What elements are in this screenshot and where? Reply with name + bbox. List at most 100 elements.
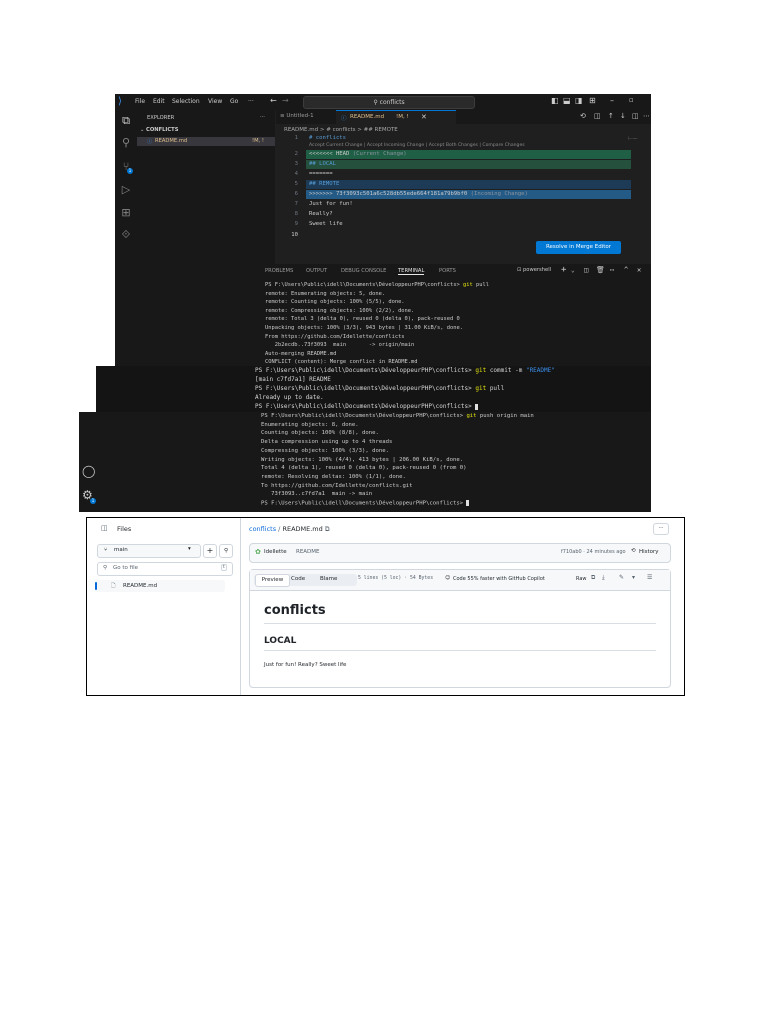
command-args: commit -m	[486, 367, 526, 374]
tab-code[interactable]: Code	[291, 576, 305, 582]
search-icon[interactable]: ⚲	[119, 136, 133, 150]
pencil-icon[interactable]: ✎	[619, 574, 624, 581]
merge-codelens[interactable]: Accept Current Change | Accept Incoming …	[309, 143, 525, 148]
terminal-line: remote: Compressing objects: 100% (2/2),…	[265, 307, 415, 314]
outline-icon[interactable]: ☰	[647, 574, 652, 581]
breadcrumb: conflicts / README.md ⧉	[249, 525, 330, 533]
breadcrumb[interactable]: README.md > # conflicts > ## REMOTE	[284, 127, 398, 133]
caret-down-icon[interactable]: ▾	[632, 574, 635, 581]
command-center-search[interactable]: ⚲ conflicts	[303, 96, 475, 109]
panel-tab-debug-console[interactable]: DEBUG CONSOLE	[341, 268, 386, 274]
search-icon[interactable]: ⚲	[219, 544, 233, 558]
maximize-icon[interactable]: ▫	[629, 96, 634, 104]
toggle-sidebar-icon[interactable]: ◧	[551, 96, 559, 105]
menu-more[interactable]: ···	[248, 98, 254, 105]
tab-preview[interactable]: Preview	[255, 574, 290, 587]
tree-item-readme[interactable]: 🗋︎ README.md	[95, 580, 225, 592]
menu-go[interactable]: Go	[230, 98, 238, 105]
forward-arrow-icon[interactable]: →	[282, 96, 289, 105]
split-editor-icon[interactable]: ◫	[594, 112, 601, 120]
compare-icon[interactable]: ⟲	[580, 112, 586, 120]
minimize-icon[interactable]: –	[610, 96, 614, 105]
command: git	[475, 385, 487, 392]
sidebar-collapse-icon[interactable]: ◫	[101, 524, 108, 532]
close-icon[interactable]: ✕	[421, 113, 427, 121]
explorer-file-readme[interactable]: ⓘ README.md !M, !	[137, 137, 275, 146]
back-arrow-icon[interactable]: ←	[270, 96, 277, 105]
terminal-line: 73f3093..c7fd7a1 main -> main	[261, 491, 373, 498]
run-debug-icon[interactable]: ▷	[119, 183, 133, 197]
file-status-badge: !M, !	[252, 138, 264, 144]
code-line[interactable]: 6 >>>>>>> 73f3093c501a6c528db55ede664f181…	[276, 190, 631, 199]
menu-file[interactable]: File	[135, 98, 145, 105]
breadcrumb-repo-link[interactable]: conflicts	[249, 525, 276, 533]
terminal-line: Enumerating objects: 8, done.	[261, 421, 359, 428]
editor-more-icon[interactable]: ⋯	[643, 112, 650, 120]
extensions-icon[interactable]: ⊞	[119, 206, 133, 220]
remote-explorer-icon[interactable]: ⟐	[119, 228, 133, 242]
commit-message[interactable]: README	[296, 549, 320, 555]
download-icon[interactable]: ⤓	[602, 574, 605, 582]
line-text: Sweet life	[309, 221, 343, 227]
copy-raw-icon[interactable]: ⧉	[591, 574, 595, 582]
editor-tabs: ≡ Untitled-1 ⓘ README.md !M, ! ✕ ⟲ ◫ ↑ ↓…	[276, 110, 651, 125]
command: git	[462, 282, 473, 288]
panel-tab-terminal[interactable]: TERMINAL	[398, 268, 425, 275]
commit-author[interactable]: Idellette	[264, 549, 287, 555]
terminal-line: [main c7fd7a1] README	[255, 376, 331, 383]
code-line[interactable]: 4 =======	[276, 170, 631, 179]
menu-edit[interactable]: Edit	[153, 98, 165, 105]
toggle-secondary-sidebar-icon[interactable]: ◨	[575, 96, 583, 105]
code-line[interactable]: 3 ## LOCAL	[276, 160, 631, 169]
arrow-down-icon[interactable]: ↓	[620, 112, 626, 120]
go-to-file-input[interactable]: ⚲ Go to file t	[97, 562, 233, 576]
copilot-link[interactable]: Code 55% faster with GitHub Copilot	[453, 576, 545, 582]
panel-tab-ports[interactable]: PORTS	[439, 268, 456, 274]
command: git	[475, 367, 487, 374]
raw-button[interactable]: Raw	[576, 576, 587, 582]
resolve-merge-editor-button[interactable]: Resolve in Merge Editor	[536, 241, 621, 254]
line-number: 8	[294, 211, 298, 217]
code-line[interactable]: 2 <<<<<<< HEAD (Current Change)	[276, 150, 631, 159]
file-icon: ≡	[280, 113, 285, 119]
history-link[interactable]: History	[639, 549, 659, 555]
toggle-panel-icon[interactable]: ⬓	[563, 96, 571, 105]
prompt: PS F:\Users\Public\idell\Documents\Dével…	[265, 282, 463, 288]
kill-terminal-icon[interactable]: 🗑︎	[596, 266, 605, 274]
split-terminal-icon[interactable]: ◫	[584, 266, 588, 274]
explorer-more-icon[interactable]: ···	[260, 114, 265, 120]
folder-conflicts[interactable]: ⌄ CONFLICTS	[140, 127, 275, 135]
avatar[interactable]: ✿	[255, 548, 261, 556]
code-line[interactable]: 8 Really?	[276, 210, 631, 219]
tab-readme[interactable]: ⓘ README.md !M, ! ✕	[336, 110, 456, 125]
panel-tab-problems[interactable]: PROBLEMS	[265, 268, 293, 274]
panel-tab-output[interactable]: OUTPUT	[306, 268, 327, 274]
title-bar: ⟩ File Edit Selection View Go ··· ← → ⚲ …	[115, 94, 651, 110]
tab-untitled[interactable]: ≡ Untitled-1	[280, 113, 314, 119]
branch-selector[interactable]: ⑂ main ▾	[97, 544, 201, 558]
layout-icon[interactable]: ⊞	[589, 96, 596, 105]
more-options-button[interactable]: ···	[653, 523, 669, 535]
add-file-button[interactable]: +	[203, 544, 217, 558]
menu-selection[interactable]: Selection	[172, 98, 200, 105]
maximize-panel-icon[interactable]: ^	[624, 266, 628, 274]
new-terminal-icon[interactable]: +	[561, 265, 566, 275]
code-line[interactable]: 9 Sweet life	[276, 220, 631, 229]
terminal-icon: ⊡	[517, 267, 522, 273]
code-line[interactable]: 5 ## REMOTE	[276, 180, 631, 189]
tab-blame[interactable]: Blame	[320, 576, 337, 582]
chevron-down-icon[interactable]: ⌄	[571, 267, 575, 274]
code-line[interactable]: 10	[276, 231, 631, 240]
arrow-up-icon[interactable]: ↑	[608, 112, 614, 120]
close-panel-icon[interactable]: ✕	[637, 266, 641, 274]
menu-view[interactable]: View	[208, 98, 222, 105]
code-line[interactable]: 1 # conflicts	[276, 134, 631, 143]
copy-icon[interactable]: ⧉	[325, 525, 330, 533]
code-line[interactable]: 7 Just for fun!	[276, 200, 631, 209]
terminal-shell[interactable]: ⊡ powershell	[517, 267, 551, 273]
editor-layout-icon[interactable]: ◫	[632, 112, 639, 120]
commit-meta[interactable]: f710ab0 · 24 minutes ago	[561, 549, 626, 555]
explorer-icon[interactable]: ⧉	[119, 114, 133, 128]
account-icon[interactable]: ◯	[82, 464, 95, 478]
panel-more-icon[interactable]: ⋯	[610, 266, 614, 274]
